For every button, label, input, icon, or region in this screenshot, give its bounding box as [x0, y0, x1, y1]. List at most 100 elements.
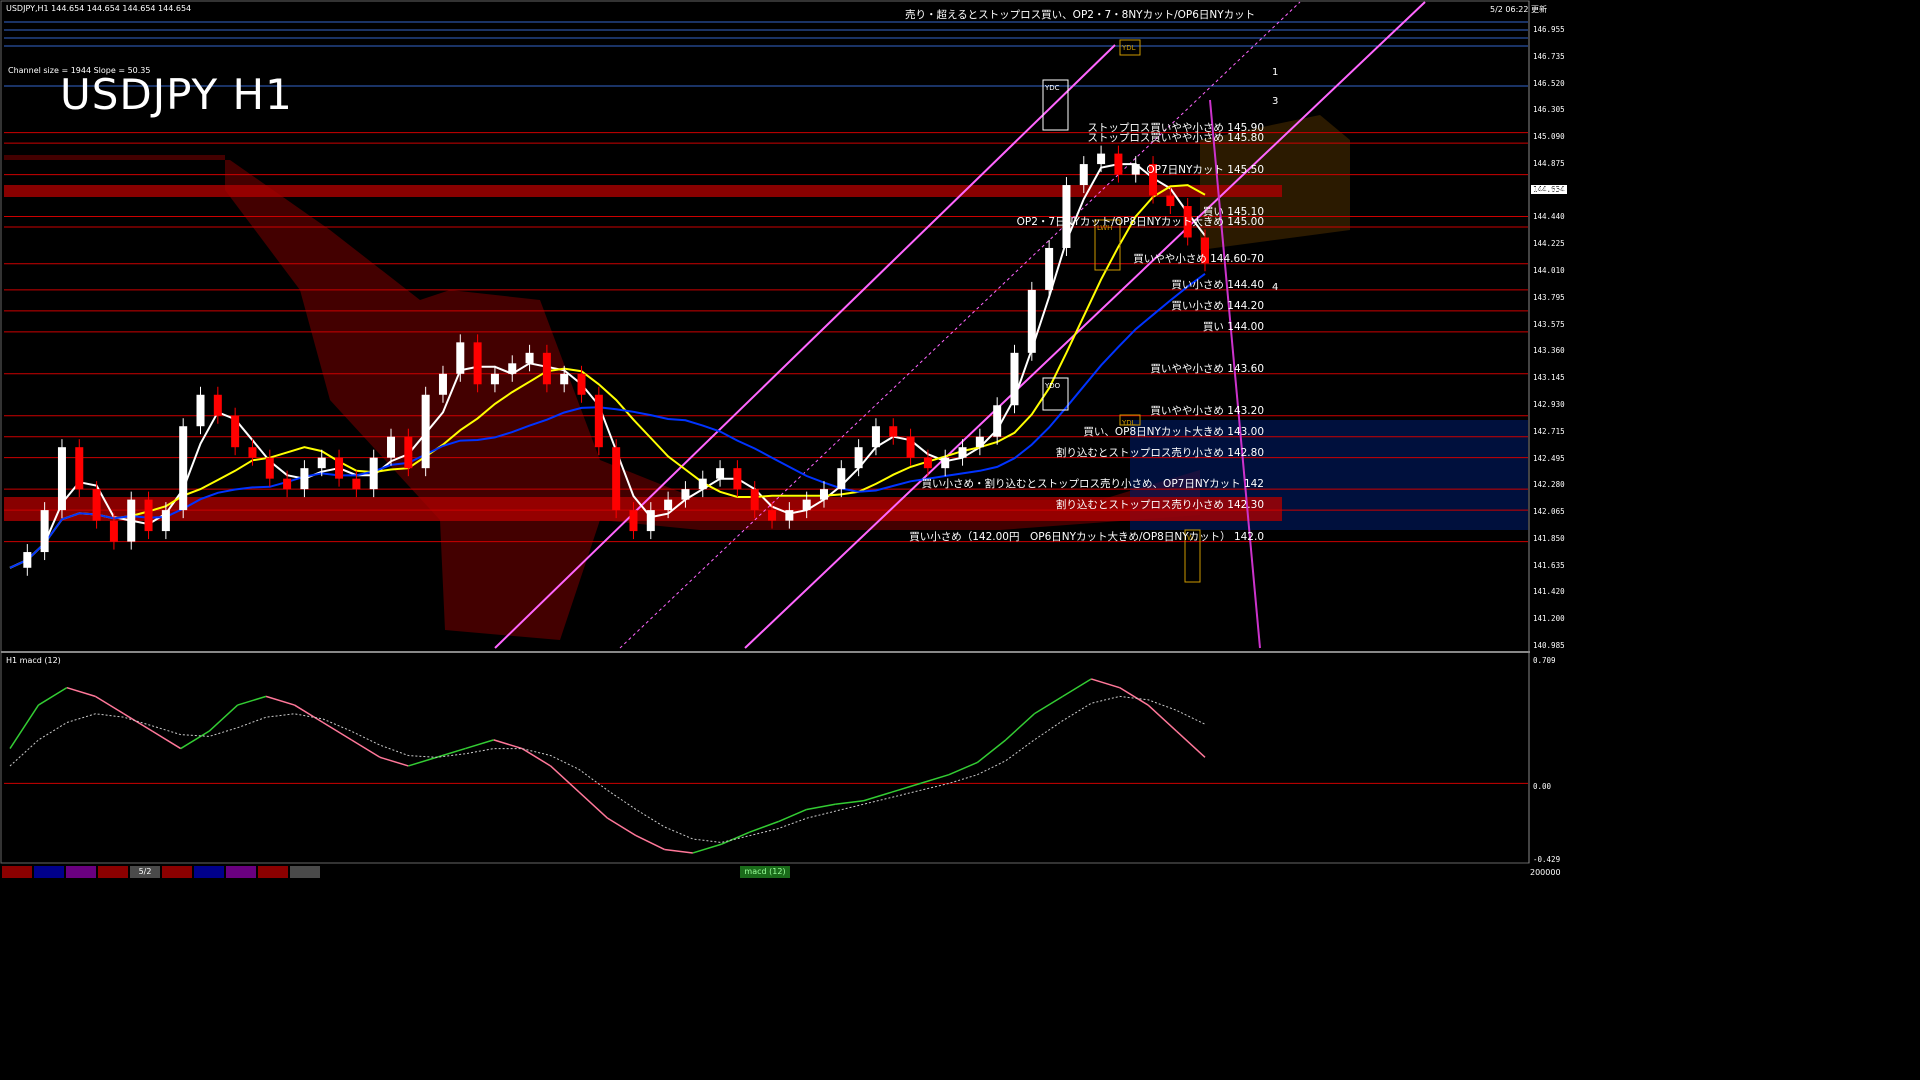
macd-segment: [1005, 713, 1035, 741]
candle-body: [837, 468, 846, 490]
candle-body: [1010, 352, 1019, 406]
bottom-tab[interactable]: [98, 866, 128, 878]
y-tick-label: 140.985: [1533, 641, 1565, 650]
macd-segment: [436, 747, 466, 758]
candle-body: [854, 447, 863, 469]
candle-body: [698, 478, 707, 490]
marker-box-label: YDL: [1121, 44, 1136, 52]
y-tick-label: 142.280: [1533, 480, 1565, 490]
candle-body: [144, 499, 153, 532]
candle-body: [941, 457, 950, 469]
macd-segment: [863, 791, 893, 802]
macd-segment: [635, 834, 665, 851]
macd-corner: 200000: [1530, 868, 1561, 877]
level-label: 割り込むとストップロス売り小さめ 142.80: [1055, 446, 1264, 459]
candle-body: [161, 510, 170, 532]
candle-body: [577, 373, 586, 395]
update-time: 5/2 06:22 更新: [1490, 5, 1548, 14]
bottom-tab[interactable]: 5/2: [130, 866, 160, 878]
candle-body: [109, 520, 118, 542]
candle-body: [1131, 164, 1140, 175]
candle-body: [923, 457, 932, 469]
channel-label-1: 1: [1272, 67, 1279, 78]
macd-segment: [180, 730, 210, 750]
macd-segment: [948, 761, 978, 776]
candle-body: [265, 457, 274, 479]
candle-body: [664, 499, 673, 511]
macd-segment: [777, 808, 807, 823]
macd-segment: [550, 765, 580, 793]
bottom-tab[interactable]: [226, 866, 256, 878]
bottom-tab[interactable]: [162, 866, 192, 878]
bottom-tab[interactable]: [194, 866, 224, 878]
candle-body: [127, 499, 136, 542]
macd-segment: [379, 756, 409, 767]
candle-body: [542, 352, 551, 385]
macd-segment: [123, 713, 153, 732]
candle-body: [681, 489, 690, 500]
candle-body: [490, 373, 499, 385]
candle-body: [1166, 195, 1175, 207]
candle-body: [387, 436, 396, 458]
candle-body: [335, 457, 344, 479]
macd-title: H1 macd (12): [6, 656, 61, 665]
level-label: OP2・7日NYカット/OP8日NYカット大きめ 145.00: [1016, 215, 1264, 228]
macd-segment: [493, 739, 523, 750]
candle-body: [196, 394, 205, 427]
candle-body: [750, 489, 759, 511]
macd-segment: [1033, 695, 1064, 715]
macd-y-tick-label: 0.00: [1533, 782, 1552, 791]
candle-body: [213, 394, 222, 416]
candle-body: [871, 426, 880, 448]
candle-body: [716, 468, 725, 479]
macd-segment: [1062, 678, 1092, 698]
y-tick-label: 141.420: [1533, 587, 1565, 597]
bottom-tab[interactable]: [258, 866, 288, 878]
macd-segment: [322, 721, 352, 741]
macd-segment: [806, 803, 836, 811]
macd-y-tick-label: -0.429: [1533, 855, 1561, 864]
y-tick-label: 142.495: [1533, 453, 1565, 463]
bottom-tab[interactable]: [290, 866, 320, 878]
candle-body: [1114, 153, 1123, 175]
candle-body: [438, 373, 447, 395]
candle-body: [248, 447, 257, 458]
level-label: 買いやや小さめ 144.60-70: [1133, 252, 1264, 265]
level-label: ストップロス買いやや小さめ 145.80: [1087, 132, 1264, 145]
candle-body: [421, 394, 430, 469]
macd-segment: [9, 704, 40, 749]
candle-body: [23, 552, 32, 568]
channel-label-4: 4: [1272, 282, 1279, 293]
candle-body: [1027, 289, 1036, 353]
level-label: 買い、OP8日NYカット大きめ 143.00: [1083, 425, 1264, 438]
bottom-tab[interactable]: [34, 866, 64, 878]
level-label: 割り込むとストップロス売り小さめ 142.30: [1055, 499, 1264, 512]
candle-body: [594, 394, 603, 448]
macd-segment: [294, 704, 324, 724]
macd-segment: [1176, 730, 1206, 758]
channel-lower: [744, 1, 1426, 649]
y-tick-label: 143.145: [1533, 373, 1565, 383]
candle-body: [768, 510, 777, 521]
candle-body: [785, 510, 794, 521]
candle-body: [1079, 164, 1088, 186]
candle-body: [75, 447, 84, 490]
indicator-tab[interactable]: macd (12): [740, 866, 790, 878]
candle-body: [369, 457, 378, 490]
bottom-tab[interactable]: [66, 866, 96, 878]
candle-body: [525, 352, 534, 364]
macd-segment: [578, 791, 609, 819]
candle-body: [733, 468, 742, 490]
candle-body: [889, 426, 898, 437]
macd-signal-line: [9, 695, 1206, 844]
candle-body: [975, 436, 984, 448]
top-note: 売り・超えるとストップロス買い、OP2・7・8NYカット/OP6日NYカット: [905, 9, 1256, 21]
candle-body: [958, 447, 967, 458]
macd-segment: [749, 820, 779, 833]
bottom-tab[interactable]: [2, 866, 32, 878]
macd-segment: [976, 739, 1007, 764]
y-tick-label: 141.635: [1533, 560, 1565, 570]
macd-segment: [265, 695, 295, 706]
candle-body: [317, 457, 326, 469]
macd-y-tick-label: 0.709: [1533, 656, 1556, 665]
